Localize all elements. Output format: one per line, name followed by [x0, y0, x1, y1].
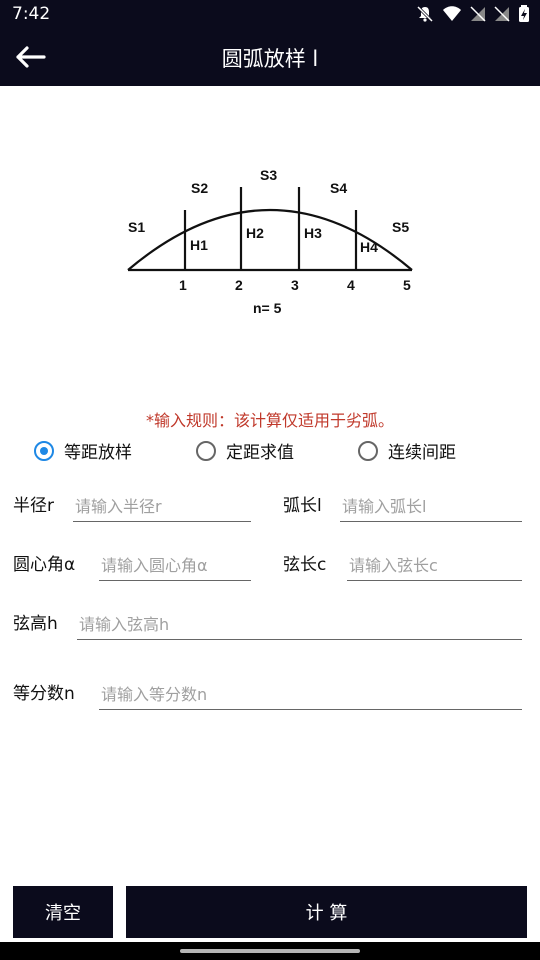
- home-gesture-pill[interactable]: [180, 949, 360, 953]
- radio-label: 定距求值: [226, 443, 294, 463]
- wifi-icon: [443, 6, 461, 21]
- mode-radio-group: 等距放样 定距求值 连续间距: [34, 438, 514, 468]
- arc-label-s4: S4: [330, 180, 347, 196]
- app-bar: 圆弧放样 l: [0, 28, 540, 86]
- radio-equal-distance[interactable]: 等距放样: [34, 438, 132, 463]
- chord-length-field-group: 弦长c: [283, 547, 523, 581]
- chord-height-input[interactable]: [77, 610, 522, 640]
- radius-field-group: 半径r: [13, 488, 253, 522]
- arc-label-s5: S5: [392, 219, 409, 235]
- calculate-button[interactable]: 计 算: [126, 886, 527, 938]
- radio-label: 等距放样: [64, 443, 132, 463]
- point-label-2: 2: [235, 277, 243, 293]
- clear-button[interactable]: 清空: [13, 886, 113, 938]
- chord-length-label: 弦长c: [283, 555, 327, 575]
- radio-selected-icon: [34, 440, 54, 461]
- height-label-h3: H3: [304, 225, 322, 241]
- point-label-3: 3: [291, 277, 299, 293]
- page-title: 圆弧放样 l: [221, 47, 319, 71]
- arc-length-label: 弧长l: [283, 496, 322, 516]
- central-angle-input[interactable]: [99, 551, 251, 581]
- navigation-bar: [0, 942, 540, 960]
- status-bar: 7:42: [0, 0, 540, 28]
- status-time: 7:42: [12, 4, 51, 24]
- status-icons: [416, 5, 530, 23]
- radio-fixed-distance[interactable]: 定距求值: [196, 438, 294, 463]
- battery-icon: [519, 5, 529, 22]
- point-label-1: 1: [179, 277, 187, 293]
- height-label-h2: H2: [246, 225, 264, 241]
- input-rule-text: *输入规则：该计算仅适用于劣弧。: [145, 411, 394, 430]
- radio-unselected-icon: [358, 440, 378, 461]
- chord-height-label: 弦高h: [13, 614, 58, 634]
- radio-unselected-icon: [196, 440, 216, 461]
- n-label: n= 5: [253, 300, 282, 316]
- divisions-input[interactable]: [99, 680, 522, 710]
- notifications-off-icon: [416, 5, 434, 23]
- radio-continuous-spacing[interactable]: 连续间距: [358, 438, 456, 463]
- arc-length-field-group: 弧长l: [283, 488, 523, 522]
- arc-length-input[interactable]: [340, 492, 522, 522]
- arc-diagram: S1 S2 S3 S4 S5 H1 H2 H3 H4 1 2 3 4 5 n= …: [127, 167, 413, 316]
- radius-label: 半径r: [13, 496, 54, 516]
- point-label-4: 4: [347, 277, 355, 293]
- signal-icon: [470, 6, 486, 22]
- height-label-h4: H4: [360, 239, 378, 255]
- central-angle-field-group: 圆心角α: [13, 547, 253, 581]
- divisions-label: 等分数n: [13, 684, 75, 704]
- point-label-5: 5: [403, 277, 411, 293]
- signal-2-icon: [494, 6, 510, 22]
- radius-input[interactable]: [73, 492, 251, 522]
- central-angle-label: 圆心角α: [13, 555, 76, 575]
- chord-length-input[interactable]: [347, 551, 522, 581]
- divisions-field-group: 等分数n: [13, 676, 523, 710]
- radio-label: 连续间距: [388, 443, 456, 463]
- chord-height-field-group: 弦高h: [13, 606, 523, 640]
- arc-label-s2: S2: [191, 180, 208, 196]
- arc-label-s3: S3: [260, 167, 277, 183]
- arc-label-s1: S1: [128, 219, 145, 235]
- height-label-h1: H1: [190, 237, 208, 253]
